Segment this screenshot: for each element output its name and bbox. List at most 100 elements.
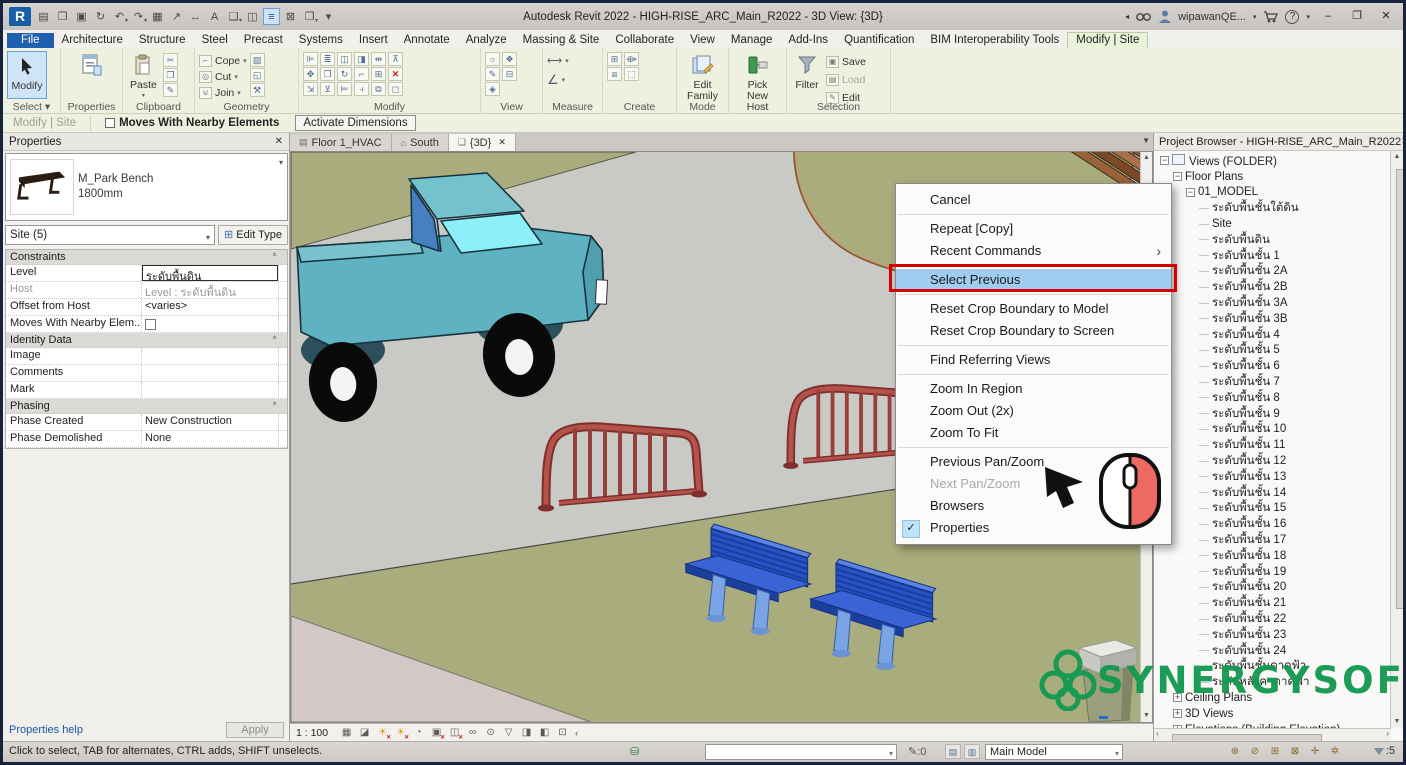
print-icon[interactable]: ▦ — [149, 8, 166, 25]
tree-expander-icon[interactable] — [1199, 303, 1209, 304]
tree-expander-icon[interactable] — [1199, 571, 1209, 572]
properties-help-link[interactable]: Properties help — [9, 724, 83, 736]
detail-level-icon[interactable]: ▦ — [339, 726, 354, 740]
split-icon[interactable]: ⇹ — [371, 52, 386, 66]
help-icon[interactable]: ? — [1285, 10, 1299, 24]
copy-icon[interactable]: ❒ — [320, 67, 335, 81]
cut-to-clipboard-icon[interactable]: ✂ — [163, 53, 178, 67]
tree-expander-icon[interactable] — [1199, 508, 1209, 509]
browser-tree-item[interactable]: ระดับพื้นชั้น 14 — [1154, 485, 1391, 501]
worksharing-status-icon[interactable]: ⛁ — [630, 745, 644, 759]
align-icon[interactable]: ⊫ — [303, 52, 318, 66]
scroll-up-icon[interactable]: ▲ — [1141, 152, 1152, 164]
prop-row-image[interactable]: Image — [6, 348, 287, 365]
demolish-icon[interactable]: ⚒ — [250, 83, 265, 97]
view-tab-south[interactable]: ⌂ South ✕ — [392, 134, 449, 151]
editing-requests[interactable]: ✎:0 — [908, 745, 926, 758]
measure-panel-label[interactable]: Measure — [543, 101, 602, 113]
ribbon-tab[interactable]: BIM Interoperability Tools — [922, 33, 1067, 48]
close-button[interactable]: ✕ — [1375, 8, 1397, 26]
save-selection-button[interactable]: ▣Save — [826, 54, 866, 69]
help-dropdown-icon[interactable]: ▾ — [1306, 13, 1310, 21]
browser-tree-item[interactable]: Floor Plans — [1154, 169, 1391, 185]
collapse-arrow-icon[interactable]: ◂ — [1125, 12, 1129, 21]
user-dropdown-icon[interactable]: ▾ — [1253, 13, 1257, 21]
host-panel-label[interactable]: Host — [729, 101, 786, 113]
modify-button[interactable]: Modify — [7, 51, 47, 99]
select-pinned-icon[interactable]: ⊞ — [1267, 744, 1283, 759]
tree-expander-icon[interactable] — [1199, 540, 1209, 541]
menu-item-reset-crop-model[interactable]: Reset Crop Boundary to Model — [896, 298, 1171, 320]
render-icon[interactable]: ❖ — [502, 52, 517, 66]
extend-icon[interactable]: ⊨ — [337, 82, 352, 96]
scroll-right-icon[interactable]: › — [1386, 729, 1389, 738]
select-panel-label[interactable]: Select ▾ — [3, 101, 60, 113]
browser-tree-item[interactable]: ระดับพื้นชั้น 17 — [1154, 532, 1391, 548]
cutaway-icon[interactable]: ⊟ — [502, 67, 517, 81]
measure-line-icon[interactable]: ⟷ — [547, 55, 562, 67]
load-selection-button[interactable]: ▤Load — [826, 72, 866, 87]
browser-tree-item[interactable]: ระดับพื้นชั้น 2B — [1154, 279, 1391, 295]
tree-expander-icon[interactable] — [1160, 156, 1169, 165]
edit-family-button[interactable]: Edit Family — [681, 51, 724, 103]
tree-expander-icon[interactable] — [1199, 587, 1209, 588]
tree-expander-icon[interactable] — [1199, 382, 1209, 383]
prop-row-offset[interactable]: Offset from Host <varies> — [6, 299, 287, 316]
thin-lines-icon[interactable]: ≡ — [263, 8, 280, 25]
tree-expander-icon[interactable] — [1199, 366, 1209, 367]
visual-style-icon[interactable]: ◪ — [357, 726, 372, 740]
prop-row-moves[interactable]: Moves With Nearby Elem... — [6, 316, 287, 333]
moves-with-nearby-checkbox[interactable] — [105, 118, 115, 128]
close-inactive-icon[interactable]: ⊠ — [282, 8, 299, 25]
pin-icon[interactable]: ⊼ — [388, 52, 403, 66]
revit-logo-icon[interactable]: R — [9, 7, 31, 26]
property-row[interactable]: Identity Data — [6, 333, 287, 348]
copy-to-clipboard-icon[interactable]: ❐ — [163, 68, 178, 82]
aligned-dimension-icon[interactable]: ↔ — [187, 8, 204, 25]
tree-expander-icon[interactable] — [1199, 603, 1209, 604]
ribbon-tab[interactable]: Systems — [291, 33, 351, 48]
view-panel-label[interactable]: View — [481, 101, 542, 113]
ribbon-tab[interactable]: Structure — [131, 33, 194, 48]
text-icon[interactable]: A — [206, 8, 223, 25]
view-tab-floor1-hvac[interactable]: ▤ Floor 1_HVAC ✕ — [290, 134, 392, 151]
view-tab-3d[interactable]: ❑ {3D} ✕ — [449, 134, 516, 151]
design-option-combo[interactable]: Main Model — [985, 744, 1123, 760]
highlight-displacement-icon[interactable]: ⊡ — [555, 726, 570, 740]
tree-expander-icon[interactable] — [1199, 524, 1209, 525]
tree-expander-icon[interactable] — [1199, 555, 1209, 556]
browser-tree-item[interactable]: ระดับพื้นชั้น 10 — [1154, 422, 1391, 438]
unpin-icon[interactable]: ⊻ — [320, 82, 335, 96]
tree-expander-icon[interactable] — [1199, 318, 1209, 319]
open-icon[interactable]: ❒ — [54, 8, 71, 25]
app-store-cart-icon[interactable] — [1263, 10, 1278, 23]
workset-combo[interactable] — [705, 744, 897, 760]
paint-icon[interactable]: ▧ — [250, 53, 265, 67]
browser-tree-item[interactable]: ระดับพื้นชั้น 23 — [1154, 627, 1391, 643]
ribbon-tab[interactable]: Massing & Site — [515, 33, 608, 48]
scroll-left-icon[interactable]: ‹ — [1156, 729, 1159, 738]
ribbon-tab[interactable]: Insert — [351, 33, 396, 48]
worksets-dialog-icon[interactable]: ▤ — [945, 744, 961, 759]
ribbon-tab[interactable]: File — [7, 33, 54, 48]
select-by-face-icon[interactable]: ⊠ — [1287, 744, 1303, 759]
tree-expander-icon[interactable] — [1199, 334, 1209, 335]
save-icon[interactable]: ▣ — [73, 8, 90, 25]
create-assembly-icon[interactable]: ⧈ — [607, 67, 622, 81]
geometry-panel-label[interactable]: Geometry — [195, 101, 298, 113]
sync-with-central-icon[interactable]: ↻ — [92, 8, 109, 25]
tree-expander-icon[interactable] — [1199, 619, 1209, 620]
vcb-expand-icon[interactable]: ‹ — [575, 728, 578, 738]
ribbon-tab[interactable]: Add-Ins — [780, 33, 836, 48]
browser-tree-item[interactable]: ระดับพื้นชั้น 15 — [1154, 501, 1391, 517]
tree-expander-icon[interactable] — [1199, 239, 1209, 240]
browser-vertical-scrollbar[interactable]: ▲ ▼ — [1390, 151, 1403, 728]
properties-panel-label[interactable]: Properties — [61, 101, 122, 113]
browser-tree-item[interactable]: ระดับพื้นชั้น 13 — [1154, 469, 1391, 485]
view-tab-close-icon[interactable]: ✕ — [498, 137, 506, 148]
signed-in-user[interactable]: wipawanQE... — [1178, 11, 1246, 23]
mirror-line-icon[interactable]: ◨ — [354, 52, 369, 66]
view-tab-list-icon[interactable]: ▼ — [1142, 136, 1150, 145]
offset-icon[interactable]: ≣ — [320, 52, 335, 66]
ribbon-tab[interactable]: Architecture — [54, 33, 131, 48]
